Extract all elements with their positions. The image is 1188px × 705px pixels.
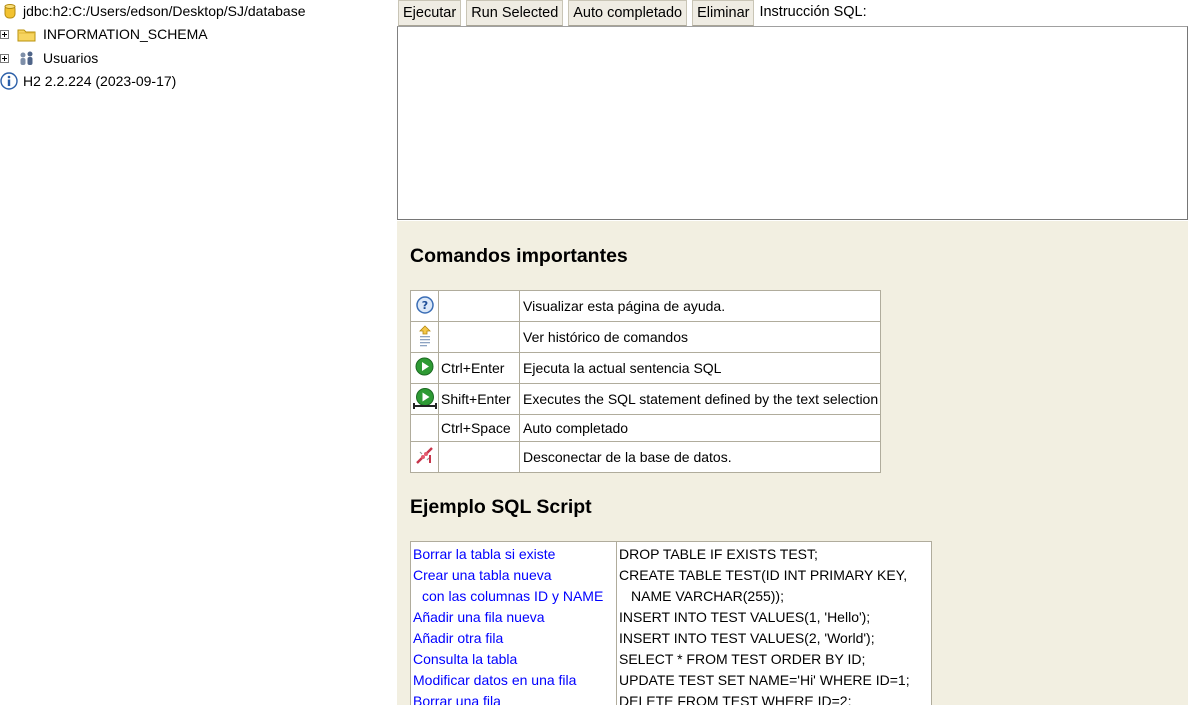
object-tree-panel: jdbc:h2:C:/Users/edson/Desktop/SJ/databa… [0, 0, 396, 705]
command-desc: Desconectar de la base de datos. [518, 441, 882, 473]
example-sql: CREATE TABLE TEST(ID INT PRIMARY KEY, [619, 567, 908, 583]
schema-label: INFORMATION_SCHEMA [43, 26, 208, 42]
example-link[interactable]: con las columnas ID y NAME [422, 588, 603, 604]
example-sql: INSERT INTO TEST VALUES(1, 'Hello'); [619, 609, 871, 625]
tree-node-users[interactable]: Usuarios [0, 48, 98, 68]
example-sql: DROP TABLE IF EXISTS TEST; [619, 546, 818, 562]
users-icon [17, 50, 36, 66]
users-label: Usuarios [43, 50, 99, 66]
command-desc: Auto completado [518, 414, 882, 442]
command-key: Shift+Enter [438, 383, 520, 415]
autocomplete-button[interactable]: Auto completado [568, 0, 688, 26]
command-key: Ctrl+Enter [438, 352, 520, 384]
info-icon [0, 72, 18, 90]
example-sql: SELECT * FROM TEST ORDER BY ID; [619, 651, 866, 667]
example-script-table: Borrar la tabla si existe Crear una tabl… [410, 541, 932, 705]
command-row: Shift+Enter Executes the SQL statement d… [410, 383, 882, 415]
example-sql: INSERT INTO TEST VALUES(2, 'World'); [619, 630, 875, 646]
command-row: ? Visualizar esta página de ayuda. [410, 290, 882, 322]
example-link[interactable]: Crear una tabla nueva [413, 567, 552, 583]
sql-editor[interactable] [397, 26, 1188, 220]
history-icon[interactable] [417, 324, 433, 350]
expand-icon[interactable] [0, 29, 9, 39]
help-icon[interactable]: ? [415, 295, 434, 317]
folder-icon [17, 26, 36, 42]
command-row: Ctrl+Space Auto completado [410, 414, 882, 442]
example-sql: DELETE FROM TEST WHERE ID=2; [619, 693, 852, 705]
example-link[interactable]: Añadir una fila nueva [413, 609, 545, 625]
command-desc: Ejecuta la actual sentencia SQL [518, 352, 882, 384]
execute-button[interactable]: Ejecutar [398, 0, 462, 26]
database-icon [2, 3, 18, 19]
command-row: Ver histórico de comandos [410, 321, 882, 353]
tree-version: H2 2.2.224 (2023-09-17) [0, 71, 176, 91]
clear-button[interactable]: Eliminar [692, 0, 755, 26]
example-link[interactable]: Borrar la tabla si existe [413, 546, 555, 562]
example-sql: UPDATE TEST SET NAME='Hi' WHERE ID=1; [619, 672, 910, 688]
command-key: Ctrl+Space [438, 414, 520, 442]
command-key [438, 441, 520, 473]
command-key [438, 321, 520, 353]
command-desc: Executes the SQL statement defined by th… [518, 383, 882, 415]
expand-icon[interactable] [0, 53, 9, 63]
command-desc: Visualizar esta página de ayuda. [518, 290, 882, 322]
version-label: H2 2.2.224 (2023-09-17) [23, 73, 177, 89]
example-link[interactable]: Añadir otra fila [413, 630, 503, 646]
help-panel: Comandos importantes ? Visualizar esta p… [397, 221, 1188, 705]
important-commands-title: Comandos importantes [410, 245, 628, 267]
run-icon[interactable] [415, 357, 434, 379]
run-selected-button[interactable]: Run Selected [466, 0, 564, 26]
run-selected-icon[interactable] [412, 387, 437, 412]
example-script-title: Ejemplo SQL Script [410, 496, 592, 518]
example-link[interactable]: Consulta la tabla [413, 651, 517, 667]
tree-connection[interactable]: jdbc:h2:C:/Users/edson/Desktop/SJ/databa… [2, 1, 306, 21]
command-row: Desconectar de la base de datos. [410, 441, 882, 473]
query-toolbar: Ejecutar Run Selected Auto completado El… [396, 0, 1188, 26]
example-link[interactable]: Modificar datos en una fila [413, 672, 576, 688]
disconnect-icon[interactable] [415, 446, 435, 469]
command-desc: Ver histórico de comandos [518, 321, 882, 353]
svg-text:?: ? [421, 299, 427, 312]
example-sql: NAME VARCHAR(255)); [631, 588, 784, 604]
sql-statement-label: Instrucción SQL: [759, 4, 867, 20]
command-key [438, 290, 520, 322]
commands-table: ? Visualizar esta página de ayuda. Ver h… [410, 290, 882, 473]
command-row: Ctrl+Enter Ejecuta la actual sentencia S… [410, 352, 882, 384]
connection-url: jdbc:h2:C:/Users/edson/Desktop/SJ/databa… [23, 3, 306, 19]
tree-node-information-schema[interactable]: INFORMATION_SCHEMA [0, 24, 208, 44]
example-link[interactable]: Borrar una fila [413, 693, 501, 705]
